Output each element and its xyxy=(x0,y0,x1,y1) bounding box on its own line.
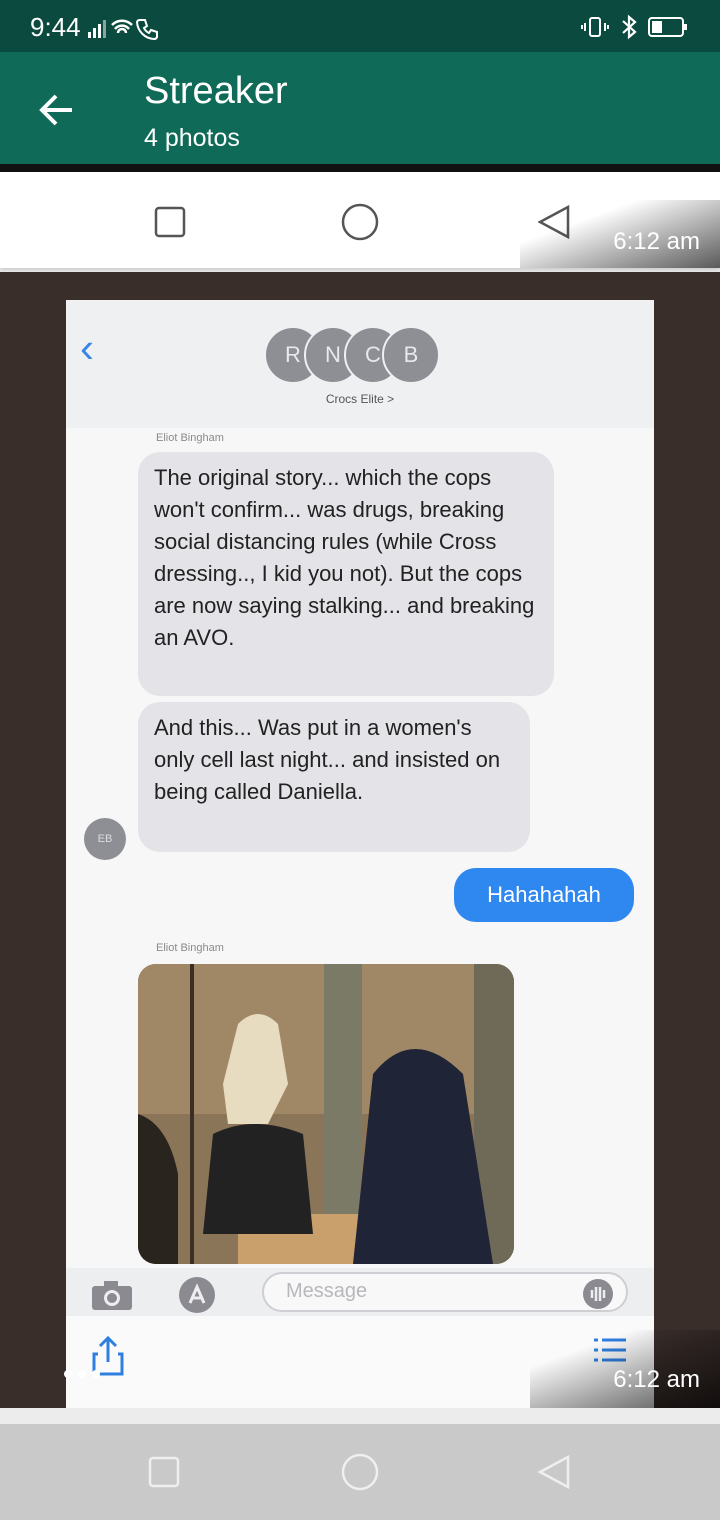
status-time: 9:44 xyxy=(30,12,81,42)
signal-icon xyxy=(88,16,160,45)
message-placeholder: Message xyxy=(286,1280,368,1302)
reply-bubble: Hahahahah xyxy=(454,868,634,922)
back-button[interactable] xyxy=(536,1454,572,1490)
app-bar: Streaker 4 photos xyxy=(0,52,720,164)
status-bar: 9:44 xyxy=(0,0,720,52)
audio-icon xyxy=(583,1279,613,1309)
message-bubble: And this... Was put in a women's only ce… xyxy=(138,702,530,852)
battery-icon xyxy=(648,17,687,37)
camera-icon xyxy=(92,1281,132,1310)
vibrate-icon xyxy=(581,17,609,37)
group-name: Crocs Elite > xyxy=(325,392,395,406)
photo-1-timestamp: 6:12 am xyxy=(613,228,700,255)
more-dots-icon[interactable] xyxy=(64,1370,100,1378)
photo-count: 4 photos xyxy=(144,124,240,152)
home-button[interactable] xyxy=(340,1452,380,1492)
imessage-header: ‹ R N C B Crocs Elite > xyxy=(66,300,654,428)
sender-name: Eliot Bingham xyxy=(156,942,224,954)
status-right-icons xyxy=(580,14,688,40)
avatar: B xyxy=(382,326,440,384)
circle-nav-icon xyxy=(341,203,379,241)
sender-name: Eliot Bingham xyxy=(156,432,224,444)
bluetooth-icon xyxy=(622,14,637,40)
message-bubble: The original story... which the cops won… xyxy=(138,452,554,696)
shared-photo xyxy=(138,964,514,1264)
sender-avatar: EB xyxy=(84,818,126,860)
photo-2-timestamp: 6:12 am xyxy=(613,1366,700,1393)
app-store-icon xyxy=(179,1277,215,1313)
system-navigation-bar xyxy=(0,1424,720,1520)
message-input: Message xyxy=(262,1272,628,1312)
square-nav-icon xyxy=(154,206,186,238)
recent-apps-button[interactable] xyxy=(148,1456,180,1488)
chevron-left-icon: ‹ xyxy=(80,324,94,371)
imessage-screenshot: ‹ R N C B Crocs Elite > Eliot Bingham Th… xyxy=(66,300,654,1408)
back-arrow-icon[interactable] xyxy=(34,86,82,134)
divider xyxy=(0,164,720,172)
page-title: Streaker xyxy=(144,70,288,112)
